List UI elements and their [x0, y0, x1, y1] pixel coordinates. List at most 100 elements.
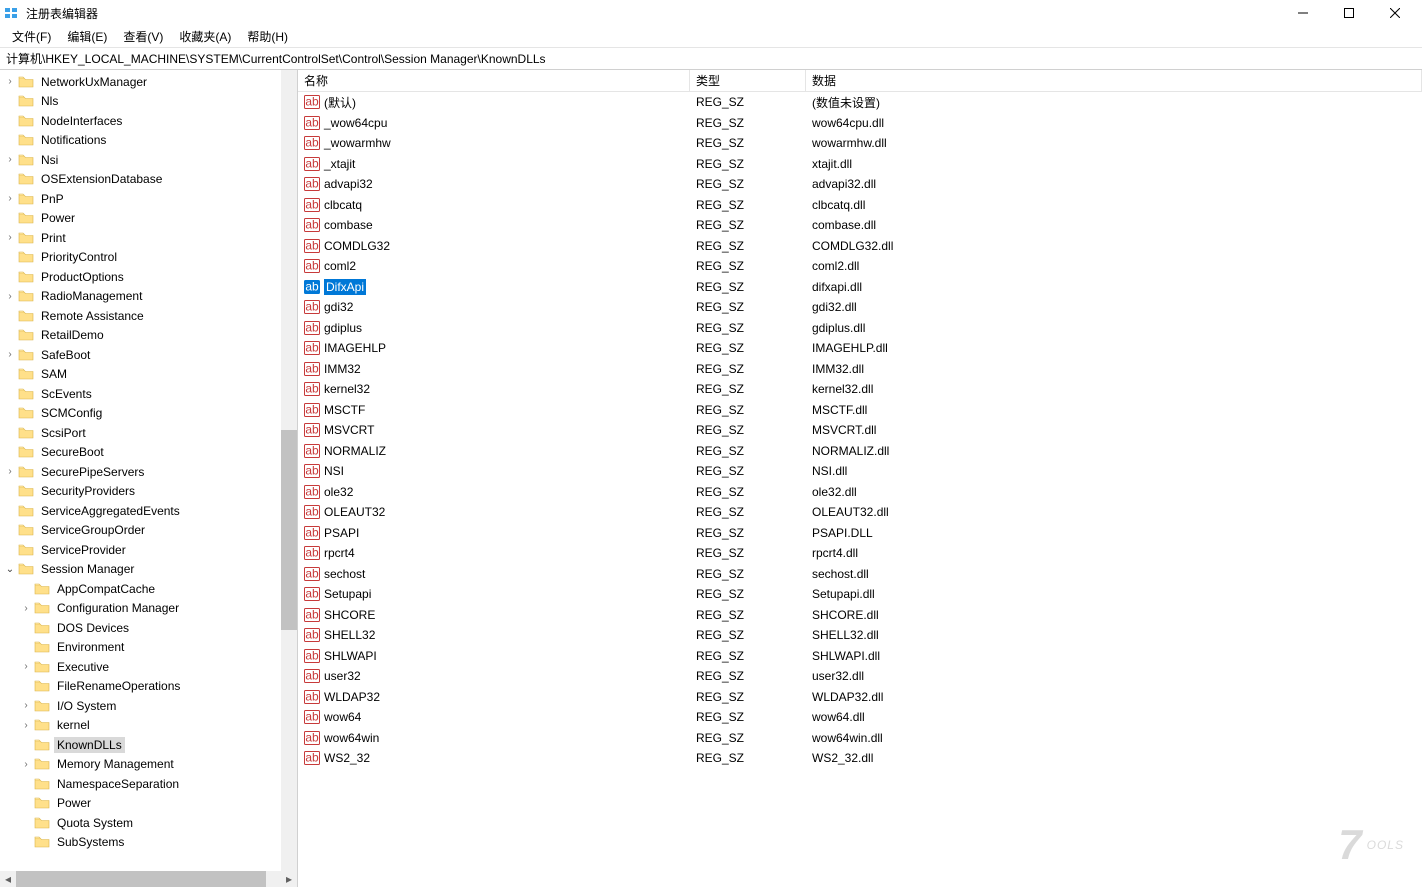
tree-item[interactable]: FileRenameOperations — [2, 677, 297, 697]
tree-item[interactable]: ›Memory Management — [2, 755, 297, 775]
tree-item[interactable]: ›kernel — [2, 716, 297, 736]
tree-item[interactable]: ›Print — [2, 228, 297, 248]
chevron-right-icon[interactable]: › — [4, 291, 16, 302]
tree-item[interactable]: OSExtensionDatabase — [2, 170, 297, 190]
value-row[interactable]: abwow64winREG_SZwow64win.dll — [298, 728, 1422, 749]
value-row[interactable]: abuser32REG_SZuser32.dll — [298, 666, 1422, 687]
tree-item[interactable]: ProductOptions — [2, 267, 297, 287]
tree-item[interactable]: ScEvents — [2, 384, 297, 404]
scroll-right-icon[interactable]: ▸ — [281, 871, 297, 887]
value-row[interactable]: abgdi32REG_SZgdi32.dll — [298, 297, 1422, 318]
tree-hscrollbar[interactable]: ◂ ▸ — [0, 871, 297, 887]
value-row[interactable]: abkernel32REG_SZkernel32.dll — [298, 379, 1422, 400]
value-row[interactable]: ab(默认)REG_SZ(数值未设置) — [298, 92, 1422, 113]
value-row[interactable]: abole32REG_SZole32.dll — [298, 482, 1422, 503]
tree-item[interactable]: ›NetworkUxManager — [2, 72, 297, 92]
chevron-right-icon[interactable]: › — [20, 603, 32, 614]
value-row[interactable]: abPSAPIREG_SZPSAPI.DLL — [298, 523, 1422, 544]
tree-item[interactable]: Environment — [2, 638, 297, 658]
value-row[interactable]: abDifxApiREG_SZdifxapi.dll — [298, 277, 1422, 298]
menu-item[interactable]: 查看(V) — [115, 26, 171, 47]
chevron-down-icon[interactable]: ⌄ — [4, 564, 16, 575]
chevron-right-icon[interactable]: › — [4, 232, 16, 243]
value-row[interactable]: abWLDAP32REG_SZWLDAP32.dll — [298, 687, 1422, 708]
value-row[interactable]: abSHLWAPIREG_SZSHLWAPI.dll — [298, 646, 1422, 667]
value-row[interactable]: abMSVCRTREG_SZMSVCRT.dll — [298, 420, 1422, 441]
value-row[interactable]: abcoml2REG_SZcoml2.dll — [298, 256, 1422, 277]
value-row[interactable]: ab_xtajitREG_SZxtajit.dll — [298, 154, 1422, 175]
value-row[interactable]: abgdiplusREG_SZgdiplus.dll — [298, 318, 1422, 339]
chevron-right-icon[interactable]: › — [20, 700, 32, 711]
column-data[interactable]: 数据 — [806, 70, 1422, 91]
tree-item[interactable]: KnownDLLs — [2, 735, 297, 755]
tree-item[interactable]: ›RadioManagement — [2, 287, 297, 307]
tree-item[interactable]: ›I/O System — [2, 696, 297, 716]
menu-item[interactable]: 文件(F) — [4, 26, 59, 47]
tree-item[interactable]: PriorityControl — [2, 248, 297, 268]
tree-item[interactable]: Power — [2, 794, 297, 814]
menu-item[interactable]: 帮助(H) — [239, 26, 296, 47]
tree-item[interactable]: ›Executive — [2, 657, 297, 677]
value-row[interactable]: abNORMALIZREG_SZNORMALIZ.dll — [298, 441, 1422, 462]
tree-item[interactable]: Remote Assistance — [2, 306, 297, 326]
tree-item[interactable]: SAM — [2, 365, 297, 385]
tree-item[interactable]: ›SafeBoot — [2, 345, 297, 365]
value-row[interactable]: abOLEAUT32REG_SZOLEAUT32.dll — [298, 502, 1422, 523]
tree-item[interactable]: AppCompatCache — [2, 579, 297, 599]
registry-tree[interactable]: ›NetworkUxManagerNlsNodeInterfacesNotifi… — [0, 70, 297, 854]
tree-item[interactable]: NamespaceSeparation — [2, 774, 297, 794]
value-row[interactable]: abcombaseREG_SZcombase.dll — [298, 215, 1422, 236]
value-row[interactable]: abNSIREG_SZNSI.dll — [298, 461, 1422, 482]
value-row[interactable]: abSHCOREREG_SZSHCORE.dll — [298, 605, 1422, 626]
maximize-button[interactable] — [1326, 0, 1372, 26]
tree-item[interactable]: ›PnP — [2, 189, 297, 209]
value-row[interactable]: abWS2_32REG_SZWS2_32.dll — [298, 748, 1422, 769]
values-list[interactable]: ab(默认)REG_SZ(数值未设置)ab_wow64cpuREG_SZwow6… — [298, 92, 1422, 887]
value-row[interactable]: ab_wow64cpuREG_SZwow64cpu.dll — [298, 113, 1422, 134]
value-row[interactable]: abMSCTFREG_SZMSCTF.dll — [298, 400, 1422, 421]
value-row[interactable]: abIMM32REG_SZIMM32.dll — [298, 359, 1422, 380]
scroll-left-icon[interactable]: ◂ — [0, 871, 16, 887]
tree-item[interactable]: ServiceGroupOrder — [2, 521, 297, 541]
value-row[interactable]: abCOMDLG32REG_SZCOMDLG32.dll — [298, 236, 1422, 257]
tree-item[interactable]: ›Configuration Manager — [2, 599, 297, 619]
tree-item[interactable]: ScsiPort — [2, 423, 297, 443]
chevron-right-icon[interactable]: › — [4, 193, 16, 204]
tree-item[interactable]: ⌄Session Manager — [2, 560, 297, 580]
tree-item[interactable]: SCMConfig — [2, 404, 297, 424]
minimize-button[interactable] — [1280, 0, 1326, 26]
value-row[interactable]: absechostREG_SZsechost.dll — [298, 564, 1422, 585]
tree-item[interactable]: RetailDemo — [2, 326, 297, 346]
tree-item[interactable]: ServiceProvider — [2, 540, 297, 560]
value-row[interactable]: abSHELL32REG_SZSHELL32.dll — [298, 625, 1422, 646]
tree-item[interactable]: NodeInterfaces — [2, 111, 297, 131]
tree-item[interactable]: SecureBoot — [2, 443, 297, 463]
tree-item[interactable]: SubSystems — [2, 833, 297, 853]
value-row[interactable]: abIMAGEHLPREG_SZIMAGEHLP.dll — [298, 338, 1422, 359]
chevron-right-icon[interactable]: › — [4, 154, 16, 165]
value-row[interactable]: abSetupapiREG_SZSetupapi.dll — [298, 584, 1422, 605]
tree-item[interactable]: Power — [2, 209, 297, 229]
tree-item[interactable]: ServiceAggregatedEvents — [2, 501, 297, 521]
chevron-right-icon[interactable]: › — [4, 76, 16, 87]
menu-item[interactable]: 收藏夹(A) — [171, 26, 239, 47]
values-header[interactable]: 名称 类型 数据 — [298, 70, 1422, 92]
tree-vscrollbar[interactable] — [281, 70, 297, 887]
close-button[interactable] — [1372, 0, 1418, 26]
value-row[interactable]: abadvapi32REG_SZadvapi32.dll — [298, 174, 1422, 195]
tree-item[interactable]: Quota System — [2, 813, 297, 833]
chevron-right-icon[interactable]: › — [20, 720, 32, 731]
value-row[interactable]: abrpcrt4REG_SZrpcrt4.dll — [298, 543, 1422, 564]
chevron-right-icon[interactable]: › — [20, 759, 32, 770]
value-row[interactable]: abclbcatqREG_SZclbcatq.dll — [298, 195, 1422, 216]
tree-item[interactable]: ›SecurePipeServers — [2, 462, 297, 482]
tree-item[interactable]: Nls — [2, 92, 297, 112]
tree-item[interactable]: DOS Devices — [2, 618, 297, 638]
value-row[interactable]: abwow64REG_SZwow64.dll — [298, 707, 1422, 728]
chevron-right-icon[interactable]: › — [20, 661, 32, 672]
tree-item[interactable]: Notifications — [2, 131, 297, 151]
chevron-right-icon[interactable]: › — [4, 466, 16, 477]
tree-item[interactable]: ›Nsi — [2, 150, 297, 170]
address-input[interactable] — [6, 52, 1416, 66]
menu-item[interactable]: 编辑(E) — [59, 26, 115, 47]
